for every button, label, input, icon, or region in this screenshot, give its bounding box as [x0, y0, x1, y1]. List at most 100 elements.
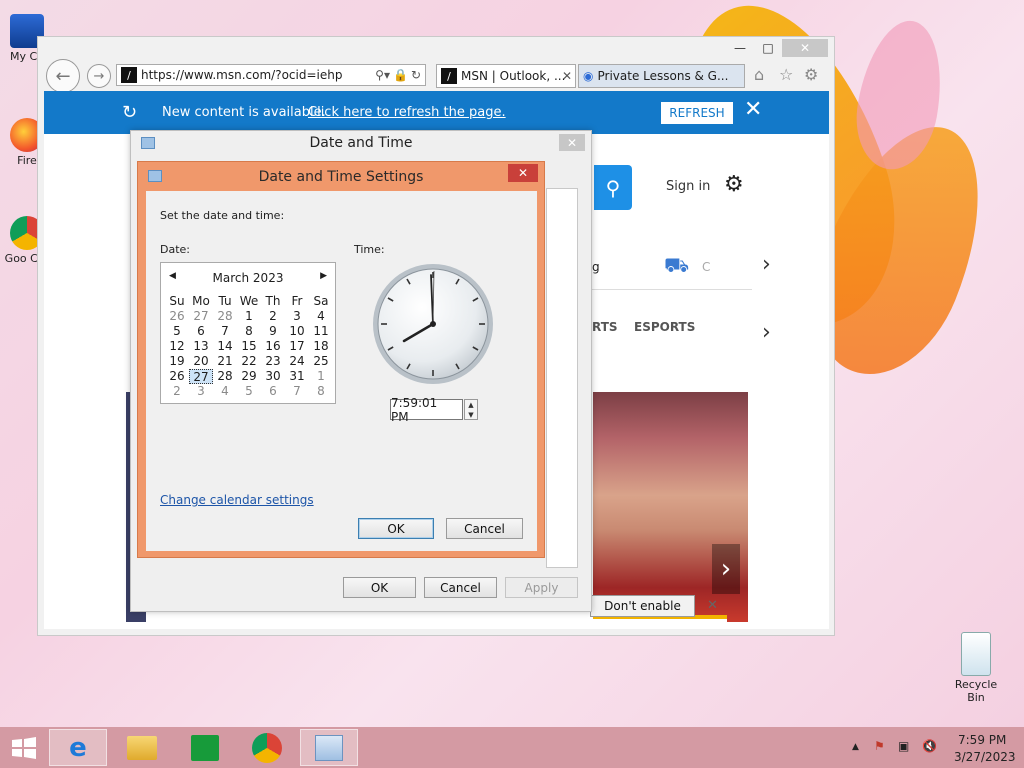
maximize-button[interactable]: □ — [754, 39, 782, 57]
calendar-day[interactable]: 15 — [237, 339, 261, 354]
calendar-day[interactable]: 3 — [189, 384, 213, 399]
action-center-flag-icon[interactable]: ⚑ — [874, 739, 885, 753]
calendar-day[interactable]: 24 — [285, 354, 309, 369]
favorites-star-icon[interactable]: ☆ — [779, 65, 793, 84]
calendar-day[interactable]: 18 — [309, 339, 333, 354]
calendar-day[interactable]: 6 — [189, 324, 213, 339]
calendar-day[interactable]: 14 — [213, 339, 237, 354]
address-bar[interactable]: / https://www.msn.com/?ocid=iehp ⚲▾ 🔒 ↻ — [116, 64, 426, 86]
calendar-day[interactable]: 7 — [285, 384, 309, 399]
date-label: Date: — [160, 243, 190, 256]
calendar-day[interactable]: 22 — [237, 354, 261, 369]
calendar-day[interactable]: 10 — [285, 324, 309, 339]
calendar-day[interactable]: 4 — [213, 384, 237, 399]
calendar-day[interactable]: 9 — [261, 324, 285, 339]
settings-dialog-title: Date and Time Settings — [258, 169, 424, 185]
calendar-day[interactable]: 1 — [309, 369, 333, 384]
search-icon[interactable]: ⚲▾ — [375, 68, 390, 82]
refresh-button[interactable]: REFRESH — [661, 102, 733, 124]
calendar-day[interactable]: 5 — [165, 324, 189, 339]
spin-up-icon[interactable]: ▲ — [465, 400, 477, 410]
settings-gear-icon[interactable]: ⚙ — [804, 65, 818, 84]
calendar-day[interactable]: 13 — [189, 339, 213, 354]
calendar-day[interactable]: 21 — [213, 354, 237, 369]
close-button[interactable]: ✕ — [782, 39, 828, 57]
desktop-icon-recycle-bin[interactable]: Recycle Bin — [945, 632, 1007, 704]
tab-msn[interactable]: / MSN | Outlook, ... ✕ — [436, 64, 576, 88]
calendar-day[interactable]: 2 — [165, 384, 189, 399]
dont-enable-button[interactable]: Don't enable — [590, 595, 695, 617]
settings-close-button[interactable]: ✕ — [508, 164, 538, 182]
taskbar-chrome[interactable] — [238, 729, 296, 766]
calendar-day[interactable]: 3 — [285, 309, 309, 324]
settings-cancel-button[interactable]: Cancel — [446, 518, 523, 539]
clock-time[interactable]: 7:59 PM — [958, 733, 1006, 747]
apply-button[interactable]: Apply — [505, 577, 578, 598]
calendar-day[interactable]: 12 — [165, 339, 189, 354]
calendar-day[interactable]: 26 — [165, 369, 189, 384]
notification-refresh-link[interactable]: Click here to refresh the page. — [308, 105, 506, 120]
calendar-day[interactable]: 8 — [237, 324, 261, 339]
calendar-day[interactable]: 19 — [165, 354, 189, 369]
next-month-icon[interactable]: ▶ — [320, 271, 327, 281]
lock-icon[interactable]: 🔒 — [393, 68, 408, 82]
calendar-day[interactable]: 17 — [285, 339, 309, 354]
change-calendar-settings-link[interactable]: Change calendar settings — [160, 493, 314, 507]
settings-ok-button[interactable]: OK — [358, 518, 434, 539]
calendar-day[interactable]: 26 — [165, 309, 189, 324]
calendar-day[interactable]: 2 — [261, 309, 285, 324]
calendar-day[interactable]: 7 — [213, 324, 237, 339]
cookie-close-icon[interactable]: ✕ — [707, 598, 718, 613]
calendar-day[interactable]: 27 — [189, 309, 213, 324]
network-icon[interactable]: ▣ — [898, 739, 909, 753]
home-icon[interactable]: ⌂ — [754, 65, 764, 84]
close-notification-icon[interactable]: ✕ — [744, 97, 762, 122]
cancel-button[interactable]: Cancel — [424, 577, 497, 598]
calendar-day[interactable]: 6 — [261, 384, 285, 399]
calendar-day[interactable]: 28 — [213, 309, 237, 324]
time-spinner[interactable]: ▲ ▼ — [464, 399, 478, 420]
taskbar-file-explorer[interactable] — [113, 729, 171, 766]
image-next-icon[interactable]: › — [712, 544, 740, 594]
tab-esports[interactable]: ESPORTS — [634, 320, 695, 334]
tab-close-icon[interactable]: ✕ — [562, 69, 572, 83]
carousel-next-icon[interactable]: › — [762, 320, 771, 345]
desktop-icon-label: Recycle Bin — [954, 678, 998, 704]
calendar-day[interactable]: 25 — [309, 354, 333, 369]
calendar-day[interactable]: 23 — [261, 354, 285, 369]
back-button[interactable]: ← — [46, 59, 80, 93]
spin-down-icon[interactable]: ▼ — [465, 410, 477, 420]
minimize-button[interactable]: — — [726, 39, 754, 57]
calendar-day[interactable]: 20 — [189, 354, 213, 369]
taskbar-date-time[interactable] — [300, 729, 358, 766]
calendar-day[interactable]: 16 — [261, 339, 285, 354]
calendar-day[interactable]: 30 — [261, 369, 285, 384]
tab-private-lessons[interactable]: ◉ Private Lessons & G... — [578, 64, 745, 88]
carousel-next-icon[interactable]: › — [762, 252, 771, 277]
calendar-month[interactable]: March 2023 — [161, 271, 335, 285]
show-hidden-icons[interactable]: ▲ — [852, 742, 859, 752]
clock-date[interactable]: 3/27/2023 — [954, 750, 1016, 764]
calendar-day[interactable]: 28 — [213, 369, 237, 384]
forward-button[interactable]: → — [87, 64, 111, 88]
calendar-day[interactable]: 29 — [237, 369, 261, 384]
calendar-day[interactable]: 27 — [189, 369, 213, 384]
calendar-day[interactable]: 31 — [285, 369, 309, 384]
settings-icon[interactable]: ⚙ — [724, 172, 744, 197]
calendar-day[interactable]: 5 — [237, 384, 261, 399]
refresh-icon[interactable]: ↻ — [411, 68, 421, 82]
volume-muted-icon[interactable]: 🔇 — [922, 739, 937, 753]
taskbar-store[interactable] — [176, 729, 234, 766]
sign-in-link[interactable]: Sign in — [666, 179, 710, 194]
start-button[interactable] — [0, 729, 48, 766]
time-input[interactable]: 7:59:01 PM — [390, 396, 463, 424]
taskbar-internet-explorer[interactable]: e — [49, 729, 107, 766]
tab-sports[interactable]: RTS — [592, 320, 618, 334]
dialog-close-button[interactable]: ✕ — [559, 134, 585, 151]
calendar-day[interactable]: 1 — [237, 309, 261, 324]
calendar-day[interactable]: 4 — [309, 309, 333, 324]
search-button[interactable]: ⚲ — [594, 165, 632, 210]
calendar-day[interactable]: 11 — [309, 324, 333, 339]
ok-button[interactable]: OK — [343, 577, 416, 598]
calendar-day[interactable]: 8 — [309, 384, 333, 399]
